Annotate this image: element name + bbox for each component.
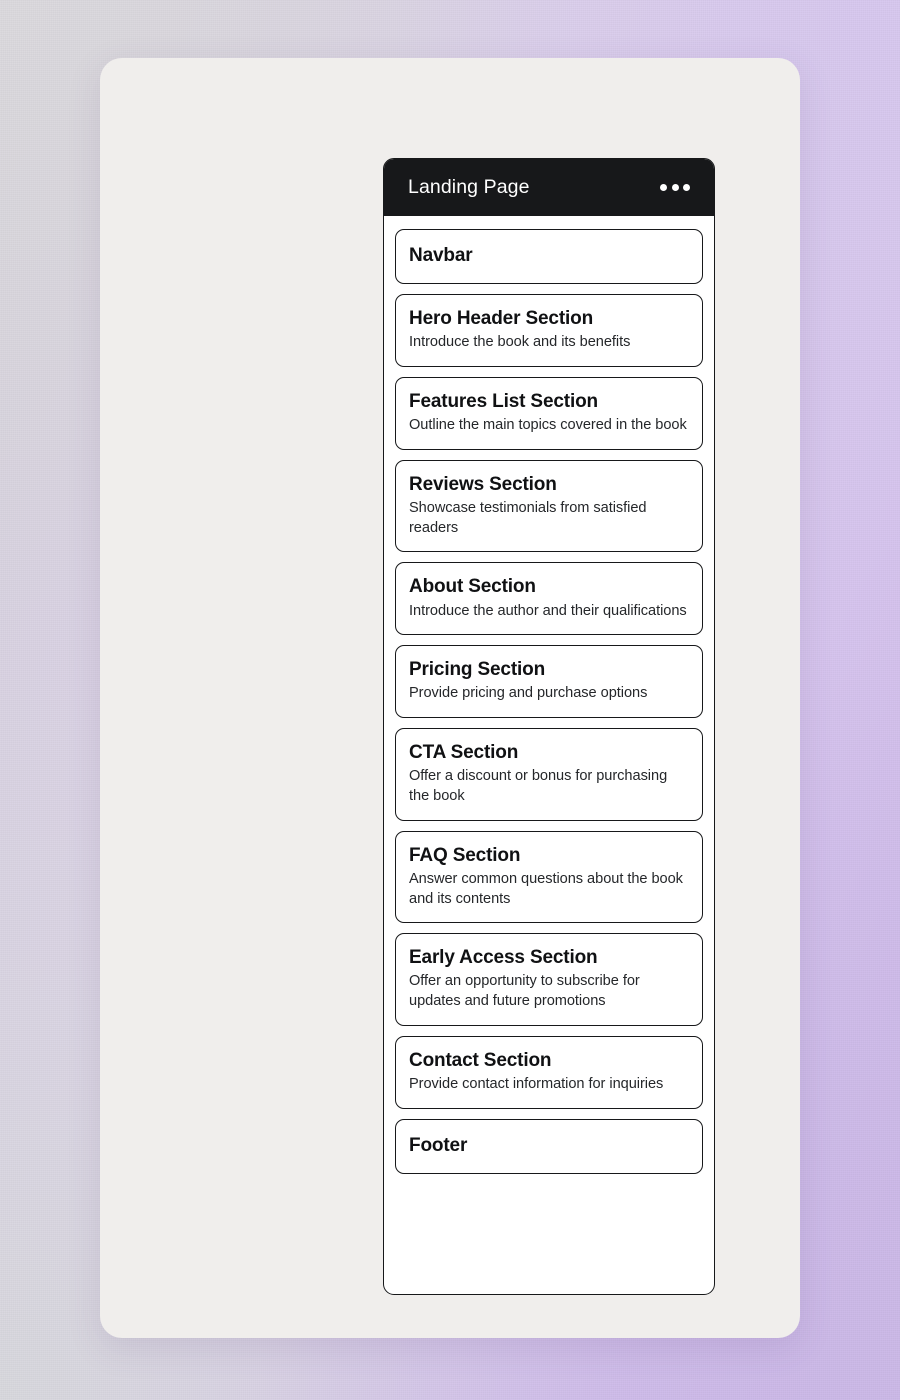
section-card[interactable]: CTA Section Offer a discount or bonus for…: [395, 728, 703, 821]
section-card[interactable]: Contact Section Provide contact informati…: [395, 1035, 703, 1109]
section-card-title: Early Access Section: [409, 947, 598, 969]
panel-header: Landing Page: [384, 159, 714, 216]
section-card-title: Navbar: [409, 245, 473, 266]
section-card[interactable]: Reviews Section Showcase testimonials fro…: [395, 459, 703, 553]
overflow-dot-1: [660, 184, 667, 191]
section-card-description: Outline the main topics covered in the b…: [409, 417, 687, 434]
section-card-description: Introduce the book and its benefits: [409, 334, 631, 351]
section-card-description: Offer an opportunity to subscribe for up…: [409, 973, 640, 1010]
section-card-title: Hero Header Section: [409, 308, 594, 330]
section-card[interactable]: About Section Introduce the author and th…: [395, 562, 703, 636]
section-card[interactable]: Pricing Section Provide pricing and purch…: [395, 645, 703, 719]
section-list: Navbar Hero Header Section Introduce the b…: [384, 216, 714, 1188]
section-card-description: Offer a discount or bonus for purchasing…: [409, 768, 668, 805]
section-card[interactable]: FAQ Section Answer common questions about…: [395, 830, 703, 924]
section-card-description: Provide pricing and purchase options: [409, 685, 648, 702]
section-card-title: CTA Section: [409, 742, 519, 764]
section-card[interactable]: Footer: [395, 1118, 703, 1174]
section-card-title: Reviews Section: [409, 473, 557, 495]
overflow-menu-icon[interactable]: [658, 178, 692, 197]
section-card[interactable]: Early Access Section Offer an opportunity…: [395, 933, 703, 1026]
page-title: Landing Page: [408, 176, 530, 198]
section-card-description: Answer common questions about the book a…: [409, 870, 683, 907]
section-card-title: Features List Section: [409, 391, 599, 413]
section-card-title: Pricing Section: [409, 659, 546, 681]
overflow-dot-3: [683, 184, 690, 191]
overflow-dot-2: [671, 184, 679, 191]
section-card[interactable]: Navbar: [395, 229, 703, 285]
section-card-description: Introduce the author and their qualifica…: [409, 602, 687, 619]
section-card[interactable]: Hero Header Section Introduce the book an…: [395, 294, 703, 368]
wireframe-panel: Landing Page Navbar Hero Header Section In…: [383, 158, 715, 1295]
outer-canvas-card: Landing Page Navbar Hero Header Section In…: [100, 58, 800, 1338]
section-card[interactable]: Features List Section Outline the main to…: [395, 377, 703, 450]
section-card-title: Footer: [409, 1134, 468, 1156]
section-card-title: FAQ Section: [409, 844, 521, 866]
section-card-title: About Section: [409, 576, 536, 598]
section-card-description: Provide contact information for inquirie…: [409, 1075, 664, 1092]
section-card-description: Showcase testimonials from satisfied rea…: [409, 500, 647, 536]
section-card-title: Contact Section: [409, 1049, 552, 1071]
